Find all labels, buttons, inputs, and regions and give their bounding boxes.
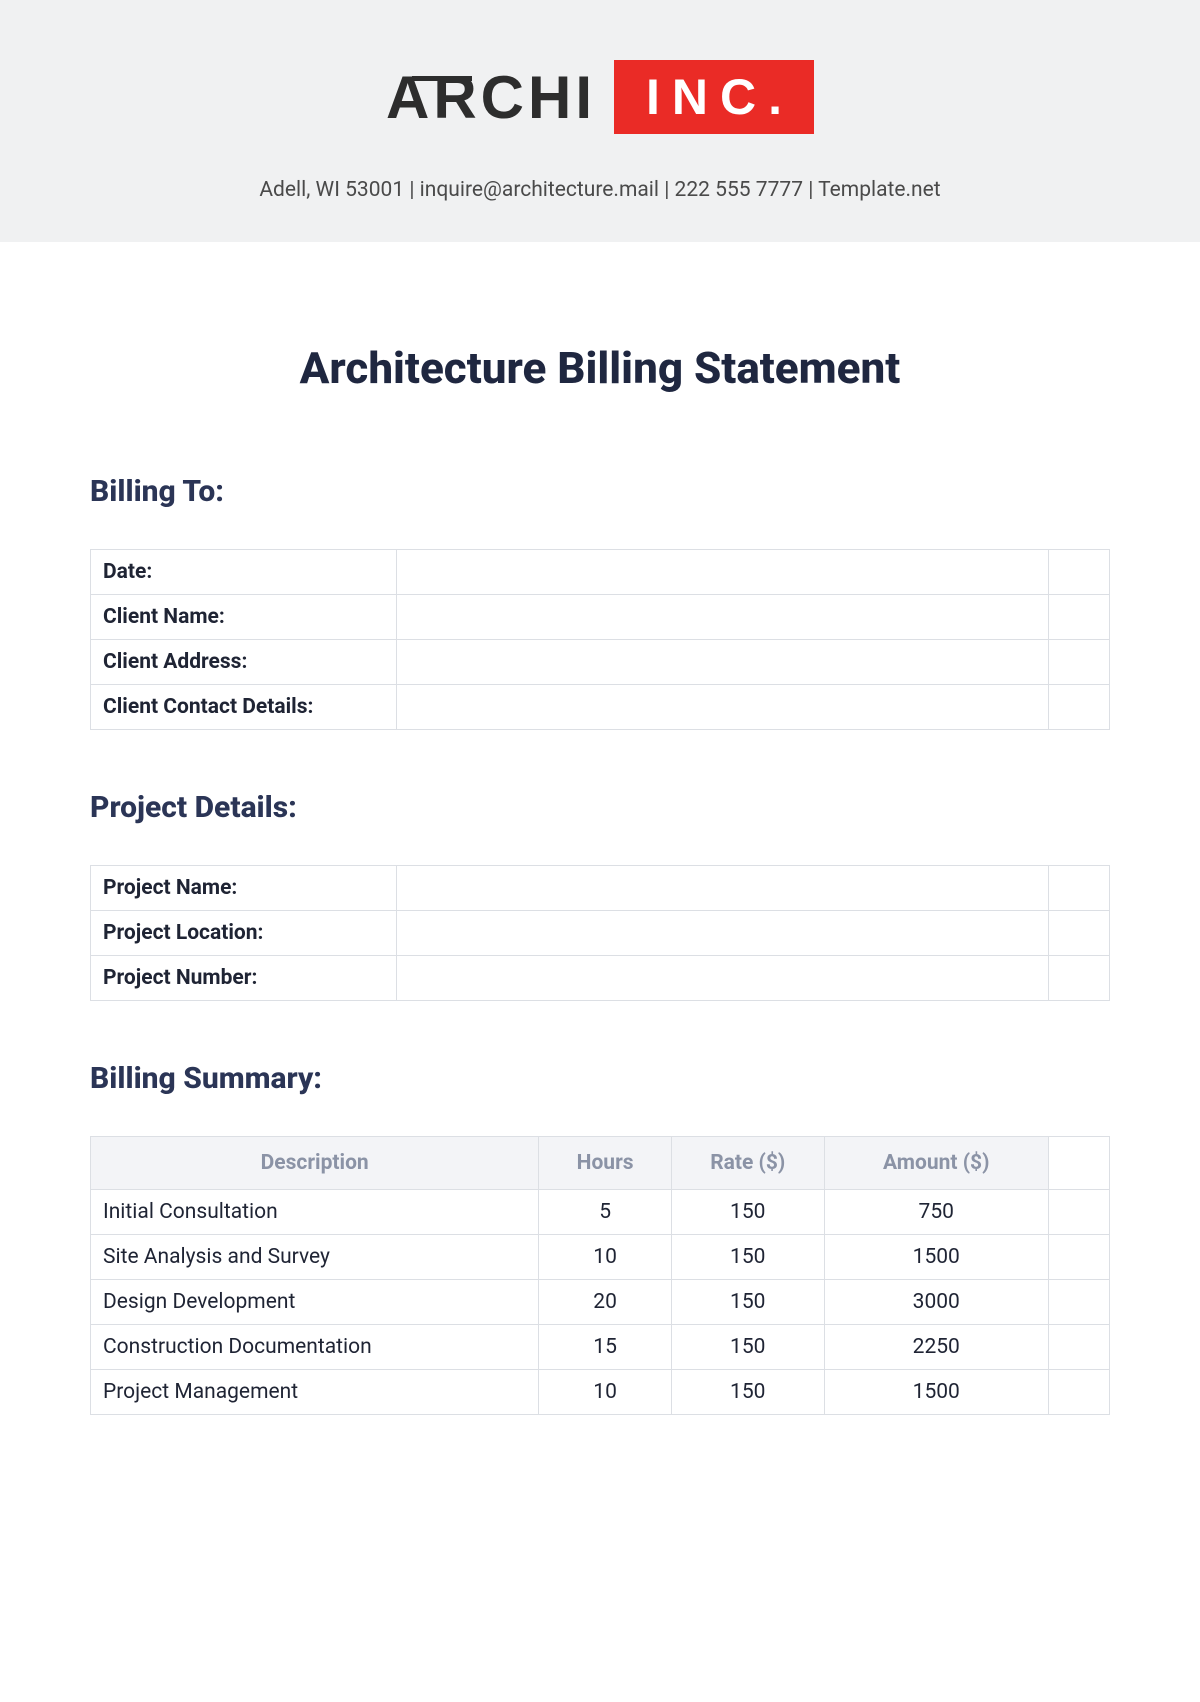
cell-description: Construction Documentation [91, 1325, 539, 1370]
cell-amount: 3000 [824, 1280, 1048, 1325]
billing-to-table: Date: Client Name: Client Address: Clien… [90, 549, 1110, 730]
cell-hours: 10 [539, 1370, 671, 1415]
project-details-table: Project Name: Project Location: Project … [90, 865, 1110, 1001]
cell-rate: 150 [671, 1280, 824, 1325]
column-header-hours: Hours [539, 1137, 671, 1190]
cell-rate: 150 [671, 1370, 824, 1415]
field-label: Project Name: [91, 866, 397, 911]
field-spacer [1048, 685, 1109, 730]
cell-description: Design Development [91, 1280, 539, 1325]
table-row: Client Address: [91, 640, 1110, 685]
billing-summary-table: Description Hours Rate ($) Amount ($) In… [90, 1136, 1110, 1415]
document-header: ARCHI INC. Adell, WI 53001 | inquire@arc… [0, 0, 1200, 242]
cell-rate: 150 [671, 1325, 824, 1370]
table-row: Project Number: [91, 956, 1110, 1001]
billing-summary-heading: Billing Summary: [90, 1061, 1110, 1096]
table-row: Site Analysis and Survey 10 150 1500 [91, 1235, 1110, 1280]
field-value[interactable] [396, 956, 1048, 1001]
cell-description: Project Management [91, 1370, 539, 1415]
field-spacer [1048, 640, 1109, 685]
table-header-row: Description Hours Rate ($) Amount ($) [91, 1137, 1110, 1190]
cell-hours: 10 [539, 1235, 671, 1280]
field-value[interactable] [396, 640, 1048, 685]
table-row: Project Management 10 150 1500 [91, 1370, 1110, 1415]
field-spacer [1048, 550, 1109, 595]
cell-hours: 5 [539, 1190, 671, 1235]
cell-rate: 150 [671, 1190, 824, 1235]
field-spacer [1048, 866, 1109, 911]
field-value[interactable] [396, 866, 1048, 911]
document-title: Architecture Billing Statement [90, 342, 1110, 394]
cell-amount: 1500 [824, 1370, 1048, 1415]
field-label: Client Address: [91, 640, 397, 685]
cell-hours: 15 [539, 1325, 671, 1370]
table-row: Date: [91, 550, 1110, 595]
column-header-description: Description [91, 1137, 539, 1190]
cell-rate: 150 [671, 1235, 824, 1280]
logo-word-archi: ARCHI [386, 63, 596, 132]
column-header-rate: Rate ($) [671, 1137, 824, 1190]
cell-amount: 750 [824, 1190, 1048, 1235]
cell-amount: 1500 [824, 1235, 1048, 1280]
field-label: Client Contact Details: [91, 685, 397, 730]
project-details-heading: Project Details: [90, 790, 1110, 825]
field-spacer [1048, 595, 1109, 640]
document-body: Architecture Billing Statement Billing T… [0, 242, 1200, 1415]
table-row: Construction Documentation 15 150 2250 [91, 1325, 1110, 1370]
field-spacer [1048, 911, 1109, 956]
table-row: Project Name: [91, 866, 1110, 911]
field-value[interactable] [396, 685, 1048, 730]
cell-hours: 20 [539, 1280, 671, 1325]
cell-amount: 2250 [824, 1325, 1048, 1370]
cell-description: Site Analysis and Survey [91, 1235, 539, 1280]
logo-word-inc: INC. [614, 60, 814, 134]
field-value[interactable] [396, 550, 1048, 595]
cell-spacer [1048, 1280, 1109, 1325]
column-header-amount: Amount ($) [824, 1137, 1048, 1190]
field-value[interactable] [396, 595, 1048, 640]
field-spacer [1048, 956, 1109, 1001]
table-row: Initial Consultation 5 150 750 [91, 1190, 1110, 1235]
field-value[interactable] [396, 911, 1048, 956]
company-contact-line: Adell, WI 53001 | inquire@architecture.m… [0, 178, 1200, 202]
column-spacer [1048, 1137, 1109, 1190]
field-label: Project Location: [91, 911, 397, 956]
billing-to-heading: Billing To: [90, 474, 1110, 509]
field-label: Client Name: [91, 595, 397, 640]
cell-spacer [1048, 1325, 1109, 1370]
table-row: Design Development 20 150 3000 [91, 1280, 1110, 1325]
table-row: Project Location: [91, 911, 1110, 956]
field-label: Project Number: [91, 956, 397, 1001]
company-logo: ARCHI INC. [386, 60, 814, 134]
cell-spacer [1048, 1370, 1109, 1415]
cell-spacer [1048, 1235, 1109, 1280]
table-row: Client Contact Details: [91, 685, 1110, 730]
cell-description: Initial Consultation [91, 1190, 539, 1235]
cell-spacer [1048, 1190, 1109, 1235]
table-row: Client Name: [91, 595, 1110, 640]
field-label: Date: [91, 550, 397, 595]
